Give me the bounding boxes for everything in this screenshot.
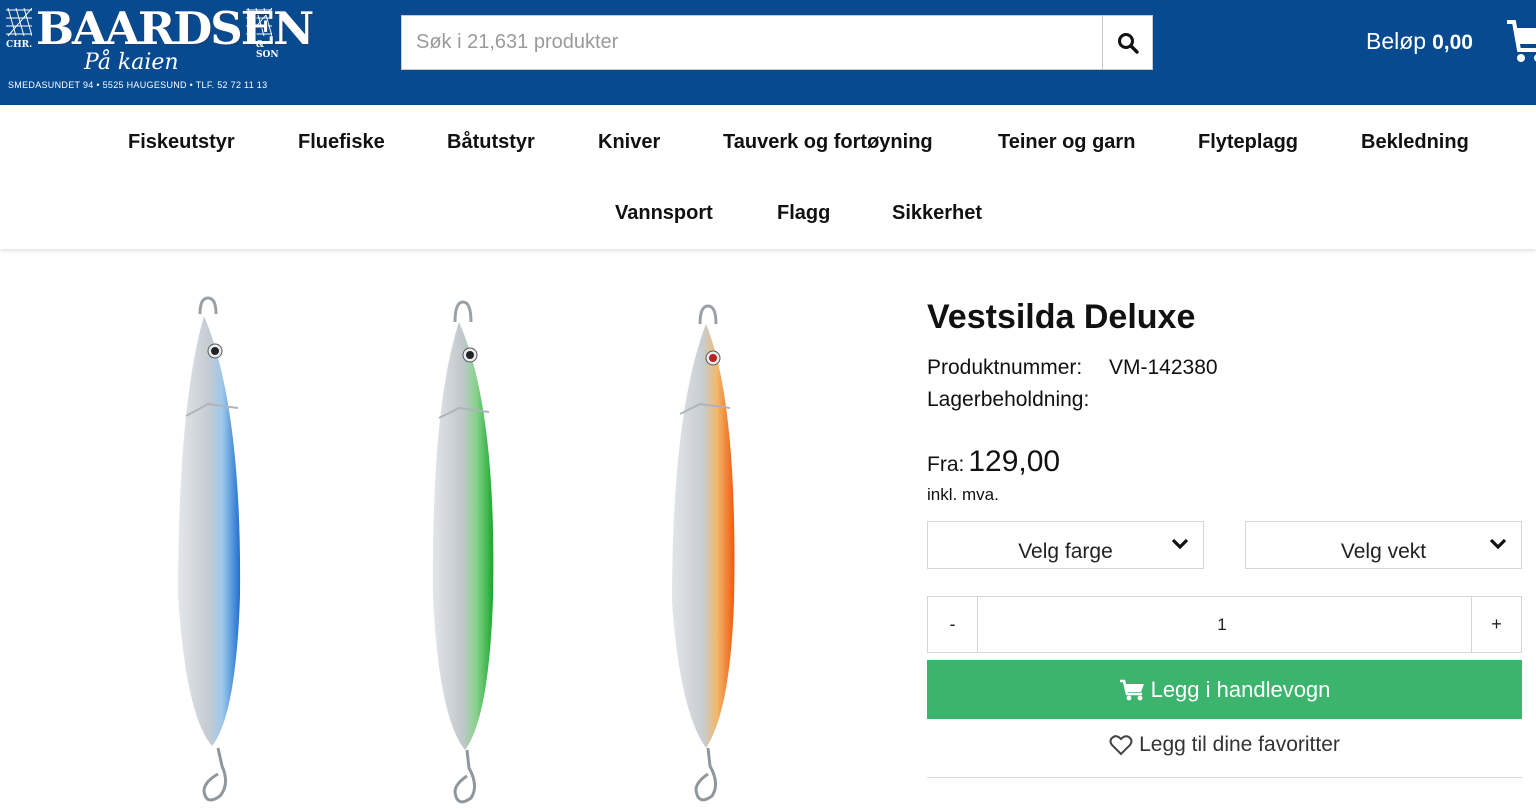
lure-orange-image[interactable] xyxy=(660,302,760,809)
cart-total-label: Beløp xyxy=(1366,28,1427,54)
color-select[interactable]: Velg farge xyxy=(927,521,1204,569)
site-header: CHR. BAARDSEN & SON På kaien SMEDASUNDET… xyxy=(0,0,1536,105)
add-to-cart-label: Legg i handlevogn xyxy=(1150,676,1331,702)
product-number-label: Produktnummer: xyxy=(927,356,1083,379)
vat-note: inkl. mva. xyxy=(927,485,999,504)
weight-select-label: Velg vekt xyxy=(1340,540,1427,563)
search-button[interactable] xyxy=(1102,16,1152,69)
price-from-label: Fra: xyxy=(927,453,965,476)
search-bar xyxy=(401,15,1153,70)
category-nav: Fiskeutstyr Fluefiske Båtutstyr Kniver T… xyxy=(0,105,1536,249)
logo-suffix: & SON xyxy=(256,40,279,60)
lure-green-image[interactable] xyxy=(415,298,515,809)
nav-item-fluefiske[interactable]: Fluefiske xyxy=(298,131,385,154)
nav-item-sikkerhet[interactable]: Sikkerhet xyxy=(892,202,982,225)
heart-icon xyxy=(1109,735,1133,756)
nav-item-teiner-og-garn[interactable]: Teiner og garn xyxy=(998,131,1135,154)
cart-total[interactable]: Beløp 0,00 xyxy=(1366,28,1473,55)
chevron-down-icon xyxy=(1171,538,1189,550)
cart-icon xyxy=(1119,679,1144,700)
nav-item-bekledning[interactable]: Bekledning xyxy=(1361,131,1469,154)
cart-total-amount: 0,00 xyxy=(1432,31,1473,54)
chevron-down-icon xyxy=(1489,538,1507,550)
quantity-input[interactable] xyxy=(978,597,1466,652)
search-icon xyxy=(1117,32,1139,54)
add-favorite-link[interactable]: Legg til dine favoritter xyxy=(927,733,1522,757)
quantity-stepper: - + xyxy=(927,596,1522,653)
stock-label: Lagerbeholdning: xyxy=(927,388,1090,411)
nav-item-flagg[interactable]: Flagg xyxy=(777,202,830,225)
add-favorite-label: Legg til dine favoritter xyxy=(1139,733,1340,756)
nav-item-vannsport[interactable]: Vannsport xyxy=(615,202,713,225)
product-price: Fra: 129,00 xyxy=(927,445,1060,479)
color-select-label: Velg farge xyxy=(1018,540,1113,563)
quantity-increase-button[interactable]: + xyxy=(1471,597,1521,652)
store-logo[interactable]: CHR. BAARDSEN & SON På kaien SMEDASUNDET… xyxy=(6,4,314,96)
quantity-decrease-button[interactable]: - xyxy=(928,597,978,652)
search-input[interactable] xyxy=(402,16,1102,69)
product-number: VM-142380 xyxy=(1109,356,1218,379)
add-to-cart-button[interactable]: Legg i handlevogn xyxy=(927,660,1522,719)
product-title: Vestsilda Deluxe xyxy=(927,298,1196,336)
logo-prefix: CHR. xyxy=(6,40,33,50)
nav-item-kniver[interactable]: Kniver xyxy=(598,131,660,154)
nav-item-flyteplagg[interactable]: Flyteplagg xyxy=(1198,131,1298,154)
nav-item-fiskeutstyr[interactable]: Fiskeutstyr xyxy=(128,131,235,154)
lure-blue-image[interactable] xyxy=(160,296,260,809)
nav-item-batutstyr[interactable]: Båtutstyr xyxy=(447,131,535,154)
logo-tagline: På kaien xyxy=(84,50,179,75)
divider xyxy=(927,777,1522,778)
nav-item-tauverk[interactable]: Tauverk og fortøyning xyxy=(723,131,933,154)
store-address: SMEDASUNDET 94 • 5525 HAUGESUND • TLF. 5… xyxy=(8,80,268,90)
price-value: 129,00 xyxy=(968,445,1061,478)
weight-select[interactable]: Velg vekt xyxy=(1245,521,1522,569)
cart-icon[interactable] xyxy=(1505,16,1536,66)
